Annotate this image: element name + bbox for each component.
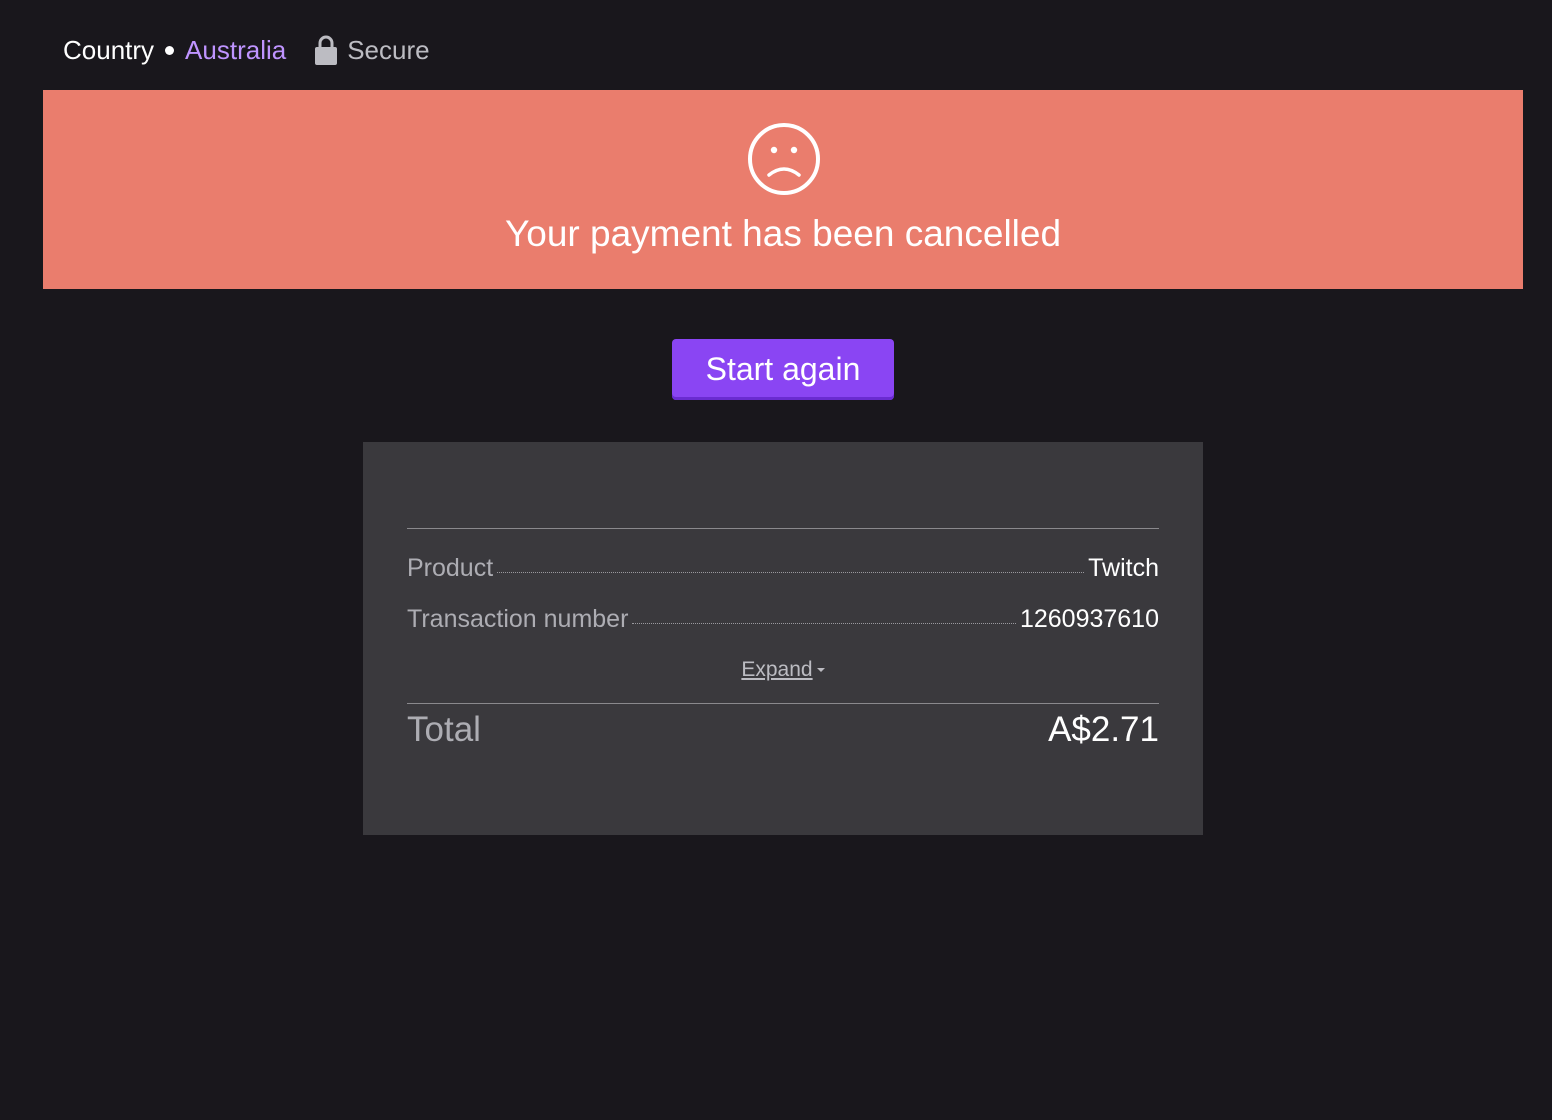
header-bar: Country Australia Secure [63,30,430,70]
cancellation-banner: Your payment has been cancelled [43,90,1523,289]
summary-row-product: Product Twitch [407,554,1159,583]
expand-link[interactable]: Expand [741,658,812,681]
order-summary-panel: Product Twitch Transaction number 126093… [363,442,1203,835]
total-label: Total [407,710,481,749]
caret-down-icon [816,668,825,673]
banner-message: Your payment has been cancelled [504,213,1062,254]
summary-row-value: 1260937610 [1019,605,1159,633]
summary-row-label: Product [407,554,494,582]
top-divider [407,528,1159,529]
separator-dot [165,45,175,55]
sad-face-icon [747,122,821,196]
secure-label: Secure [347,34,430,65]
total-row: Total A$2.71 [407,710,1159,750]
dotted-leader [497,572,1085,573]
country-value[interactable]: Australia [185,35,286,66]
start-again-button[interactable]: Start again [672,339,894,400]
summary-row-transaction: Transaction number 1260937610 [407,605,1159,634]
total-divider [407,703,1159,704]
dotted-leader [632,623,1016,624]
secure-indicator: Secure [314,34,430,66]
lock-icon [314,34,338,66]
summary-row-label: Transaction number [407,605,629,633]
expand-toggle[interactable]: Expand [363,658,1203,682]
country-label: Country [63,34,155,65]
summary-row-value: Twitch [1088,554,1159,582]
total-amount: A$2.71 [1048,710,1159,749]
